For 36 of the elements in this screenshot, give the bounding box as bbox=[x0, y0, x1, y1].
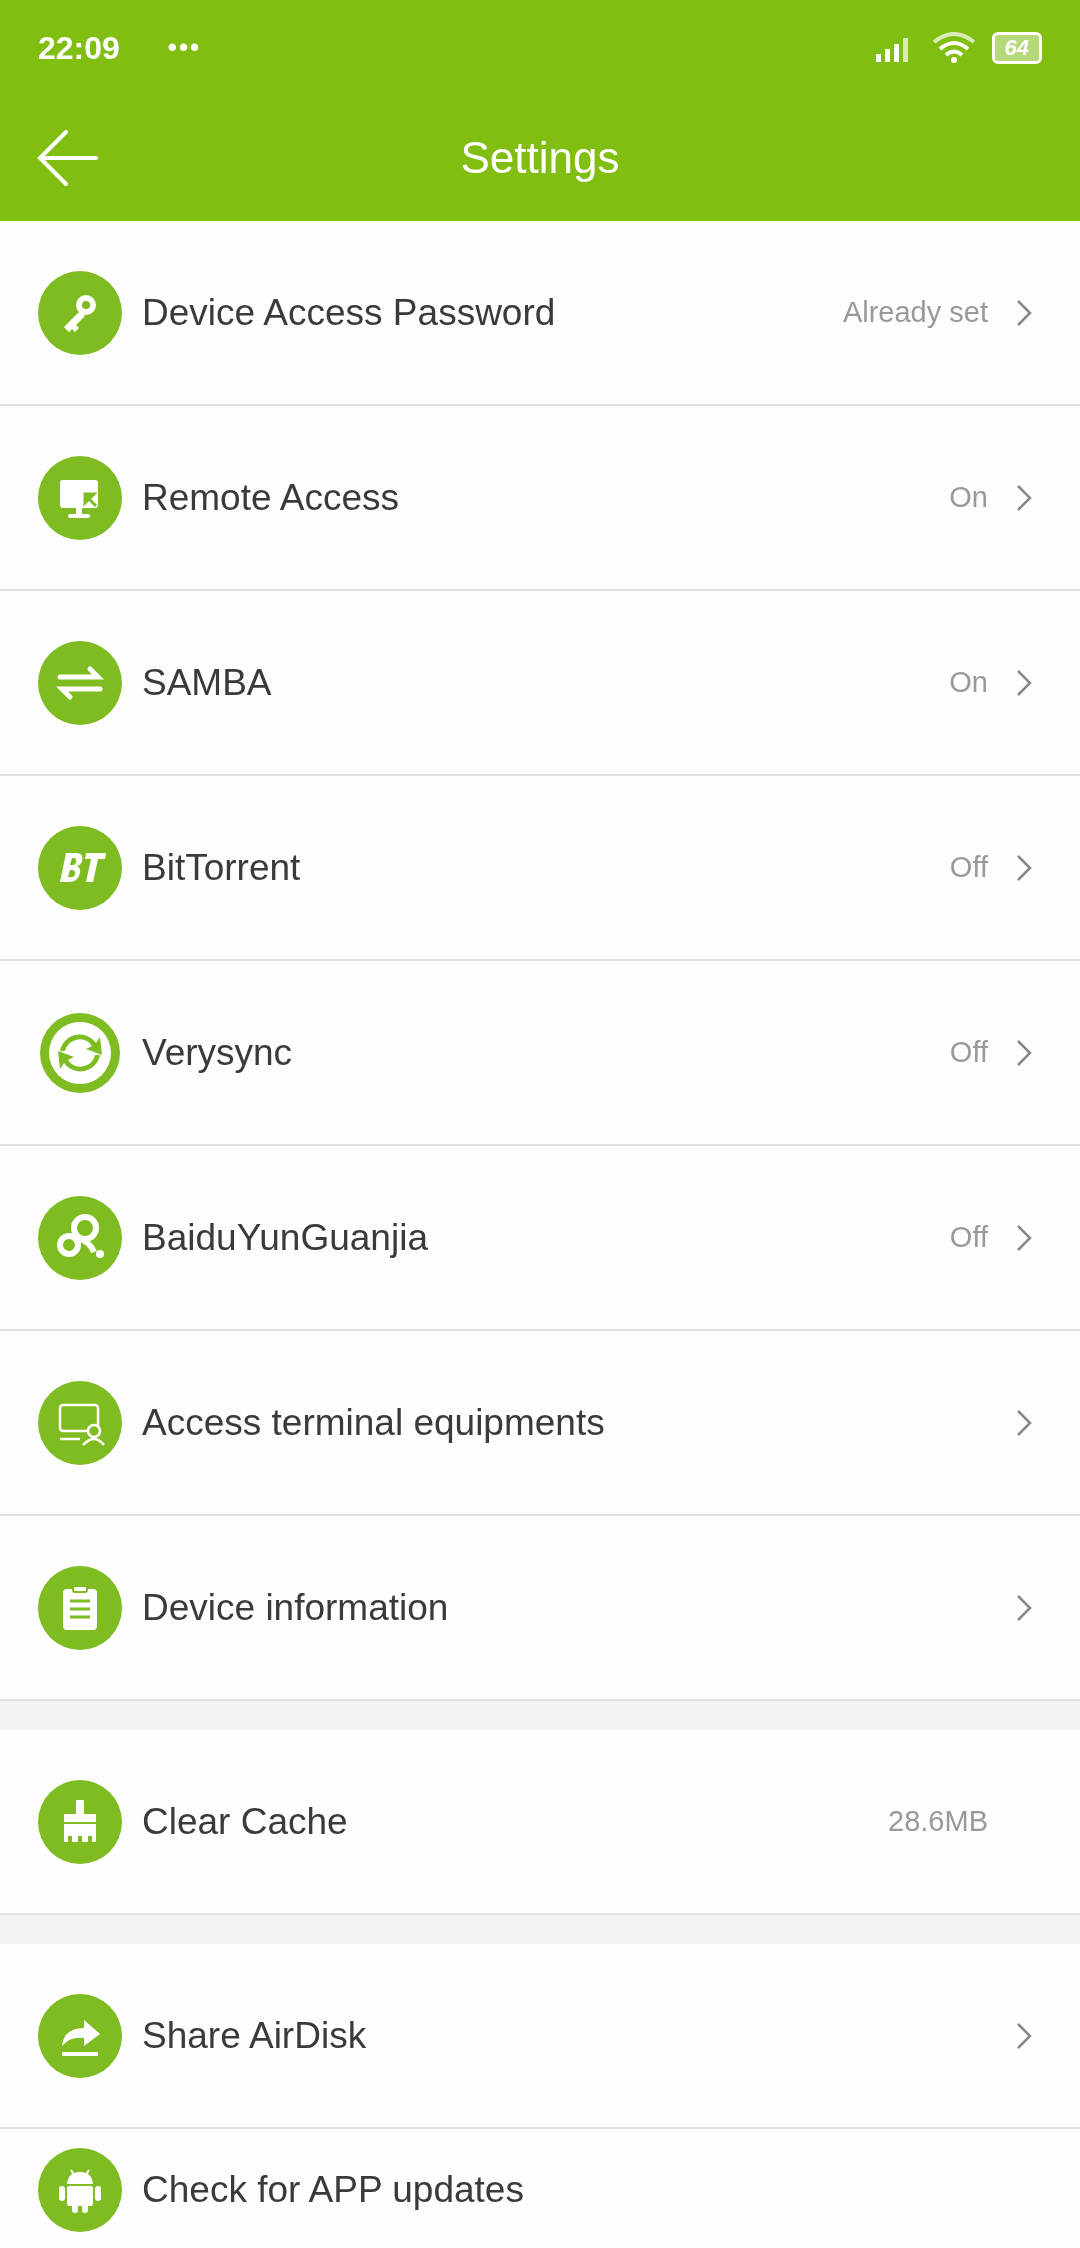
setting-label: Access terminal equipments bbox=[142, 1400, 605, 1445]
notification-dots: ••• bbox=[167, 31, 202, 64]
wifi-icon bbox=[931, 31, 976, 64]
setting-value: Off bbox=[949, 1034, 988, 1070]
setting-label: BitTorrent bbox=[142, 845, 301, 890]
setting-label: Remote Access bbox=[142, 475, 400, 520]
key-icon bbox=[38, 270, 122, 355]
back-arrow-icon bbox=[36, 129, 100, 187]
share-icon bbox=[38, 1993, 122, 2078]
back-button[interactable] bbox=[36, 129, 100, 187]
monitor-user-icon bbox=[38, 1380, 122, 1465]
clock-time: 22:09 bbox=[38, 28, 120, 68]
monitor-icon bbox=[38, 455, 122, 540]
android-icon bbox=[38, 2147, 122, 2232]
setting-value: Off bbox=[949, 849, 988, 885]
bt-icon bbox=[38, 825, 122, 910]
setting-value: Off bbox=[949, 1219, 988, 1255]
setting-label: Device information bbox=[142, 1585, 449, 1630]
page-title: Settings bbox=[460, 132, 620, 184]
swap-arrows-icon bbox=[38, 640, 122, 725]
brush-icon bbox=[38, 1779, 122, 1864]
setting-label: Share AirDisk bbox=[142, 2013, 367, 2058]
setting-value: On bbox=[949, 479, 988, 515]
setting-value: On bbox=[949, 664, 988, 700]
cloud-icon bbox=[38, 1195, 122, 1280]
setting-label: SAMBA bbox=[142, 660, 272, 705]
battery-indicator: 64 bbox=[991, 31, 1042, 64]
clipboard-icon bbox=[38, 1565, 122, 1650]
setting-value: Already set bbox=[842, 294, 988, 330]
setting-label: Check for APP updates bbox=[142, 2167, 524, 2212]
setting-label: Verysync bbox=[142, 1030, 293, 1075]
sync-icon bbox=[38, 1010, 122, 1095]
setting-label: Device Access Password bbox=[142, 290, 556, 335]
setting-value: 28.6MB bbox=[888, 1803, 988, 1839]
setting-label: BaiduYunGuanjia bbox=[142, 1215, 428, 1260]
setting-label: Clear Cache bbox=[142, 1799, 348, 1844]
